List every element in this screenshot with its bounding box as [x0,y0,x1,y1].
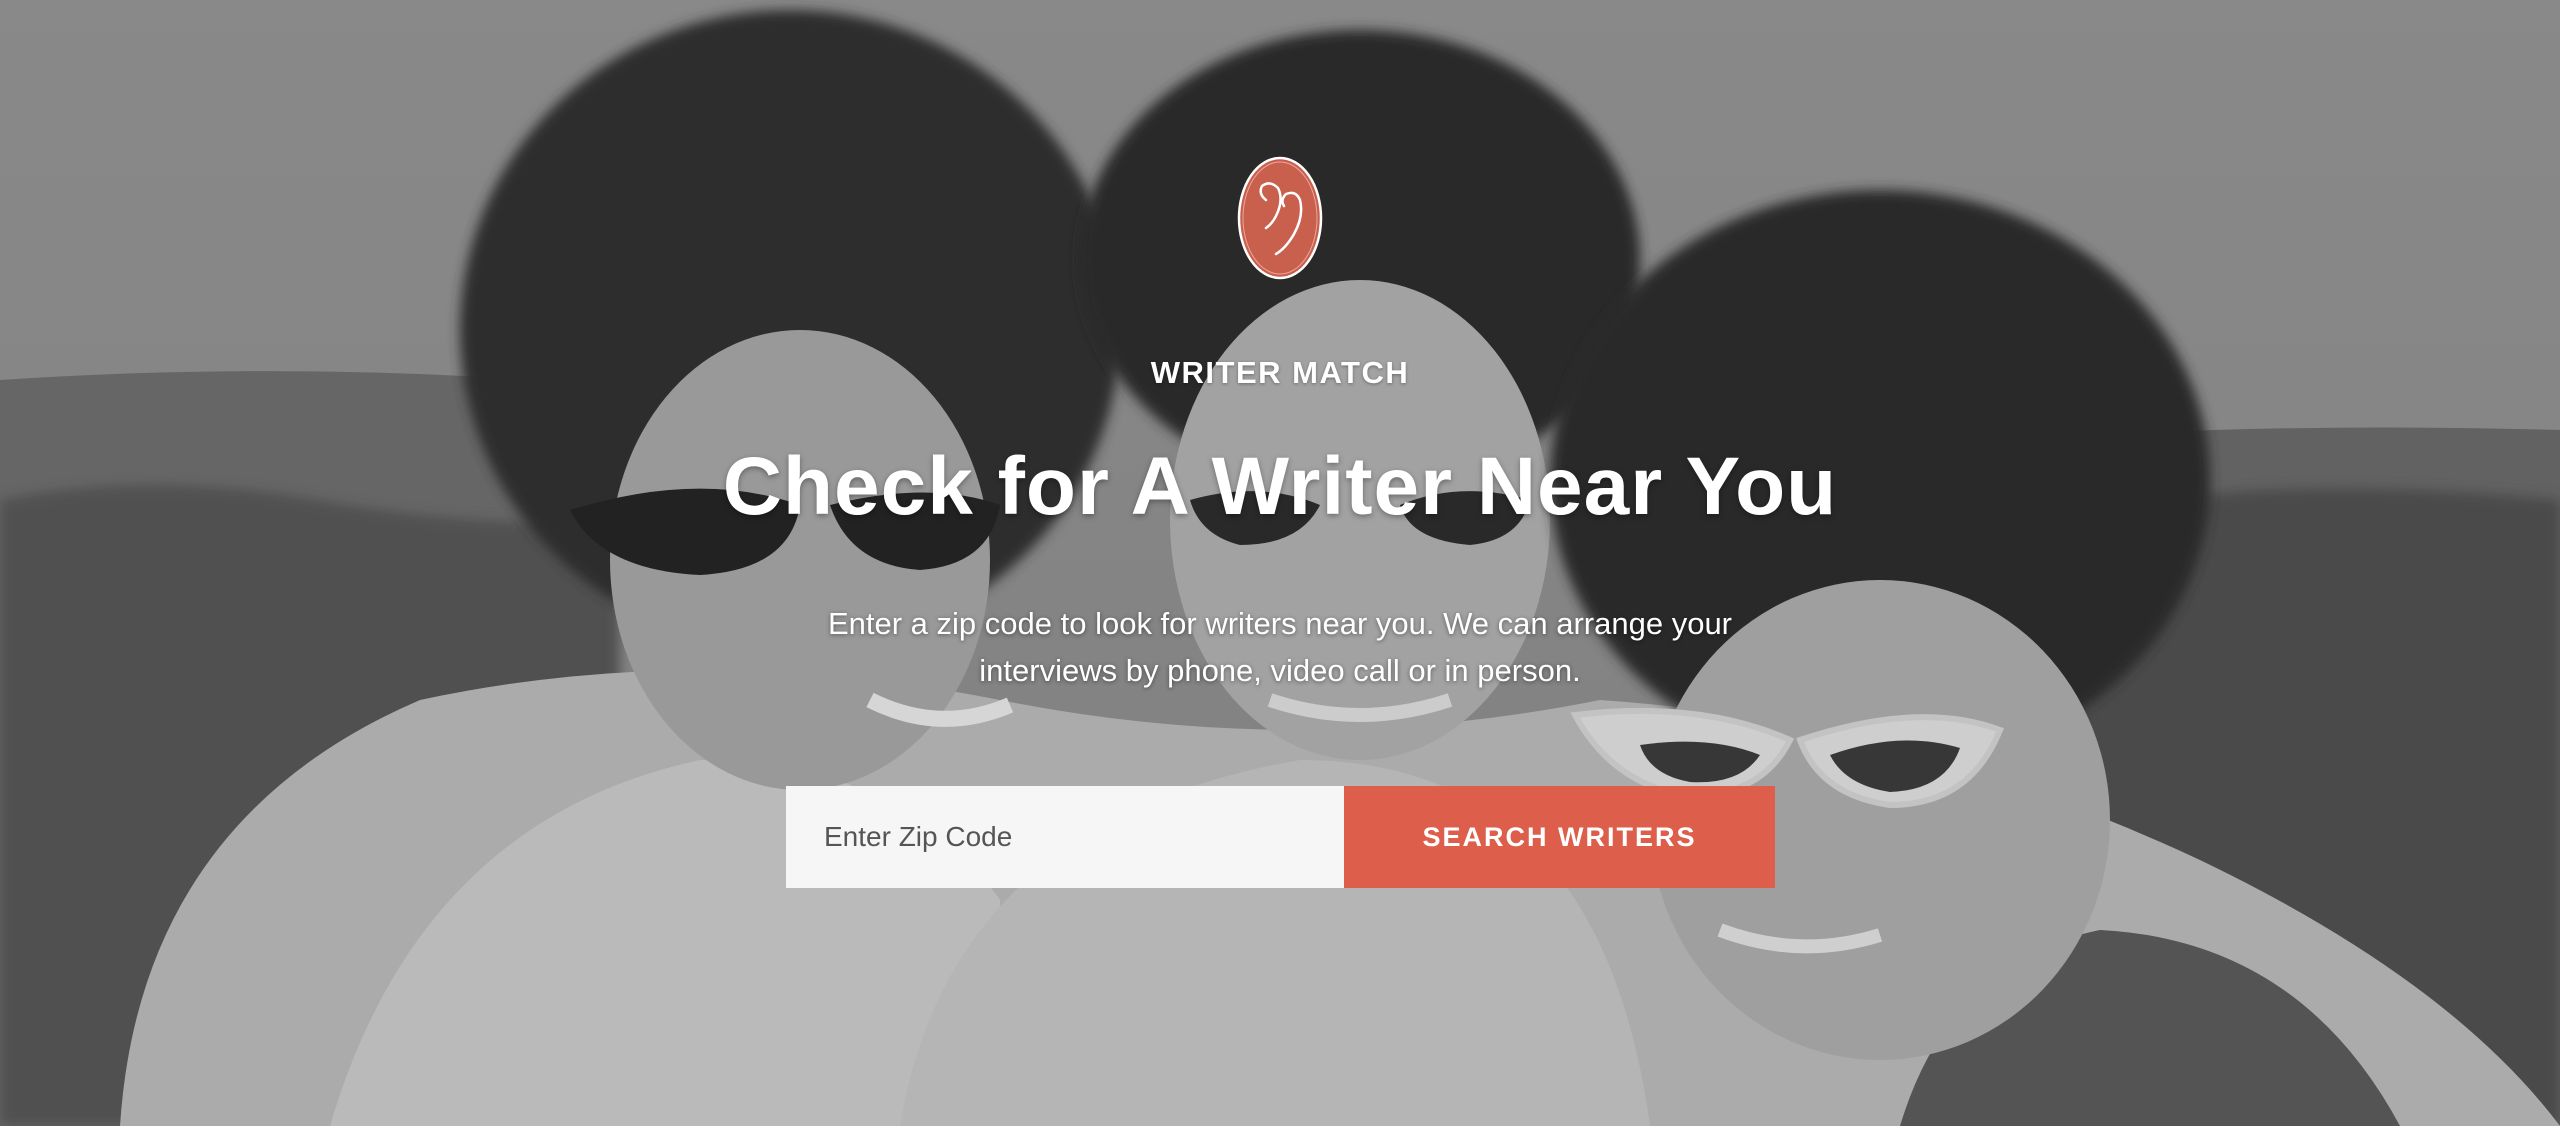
hero-description: Enter a zip code to look for writers nea… [700,600,1860,694]
hero-description-line: interviews by phone, video call or in pe… [979,653,1581,688]
hero-section: WRITER MATCH Check for A Writer Near You… [0,0,2560,1126]
hero-description-line: Enter a zip code to look for writers nea… [827,606,1733,641]
hero-content: WRITER MATCH Check for A Writer Near You… [0,0,2560,1126]
page-title: Check for A Writer Near You [722,441,1838,532]
zip-code-input[interactable] [786,786,1344,888]
section-eyebrow: WRITER MATCH [1150,355,1410,390]
zip-search-form: SEARCH WRITERS [786,786,1775,888]
quote-mark-icon[interactable] [1236,154,1324,282]
search-writers-button[interactable]: SEARCH WRITERS [1344,786,1775,888]
